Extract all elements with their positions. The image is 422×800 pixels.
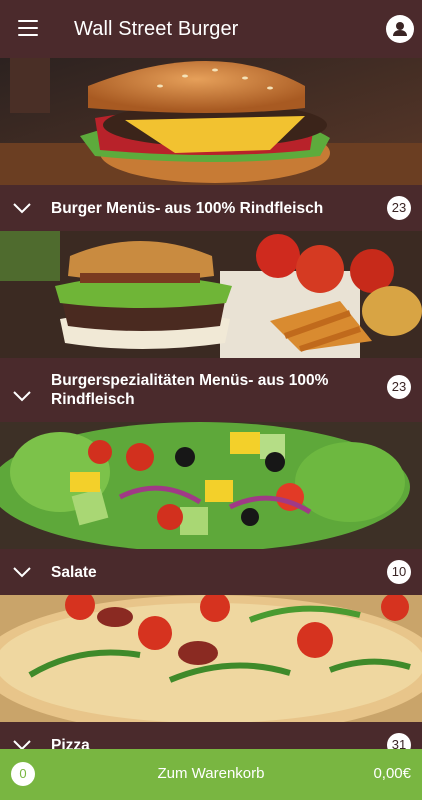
cart-bar[interactable]: 0 Zum Warenkorb 0,00€ [0,749,422,800]
category-bar: Salate 10 [0,549,422,595]
app-title: Wall Street Burger [74,18,239,40]
category-count-badge: 23 [387,375,411,399]
category-list: Burger Menüs- aus 100% Rindfleisch 23 Bu… [0,58,422,768]
burger-photo [0,58,422,185]
category-bar: Burgerspezialitäten Menüs- aus 100% Rind… [0,358,422,422]
category-bar: Burger Menüs- aus 100% Rindfleisch 23 [0,185,422,231]
category-name: Burgerspezialitäten Menüs- aus 100% Rind… [51,372,329,408]
burger-fries-photo [0,231,422,358]
category-item-burger-menus[interactable]: Burger Menüs- aus 100% Rindfleisch 23 [0,58,422,231]
category-name: Burger Menüs- aus 100% Rindfleisch [51,200,324,217]
category-item-burgerspezialitaeten[interactable]: Burgerspezialitäten Menüs- aus 100% Rind… [0,231,422,422]
category-item-salate[interactable]: Salate 10 [0,422,422,595]
cart-button-label[interactable]: Zum Warenkorb [0,765,422,782]
chevron-down-icon [13,567,31,578]
category-name: Salate [51,564,97,581]
category-item-pizza[interactable]: Pizza 31 [0,595,422,768]
hamburger-menu-icon[interactable] [18,20,38,36]
salad-photo [0,422,422,549]
app-bar: Wall Street Burger [0,0,422,58]
chevron-down-icon [13,391,31,402]
category-count-badge: 10 [387,560,411,584]
category-count-badge: 23 [387,196,411,220]
chevron-down-icon [13,203,31,214]
cart-total: 0,00€ [373,765,411,782]
pizza-photo [0,595,422,722]
user-account-icon[interactable] [386,15,414,43]
